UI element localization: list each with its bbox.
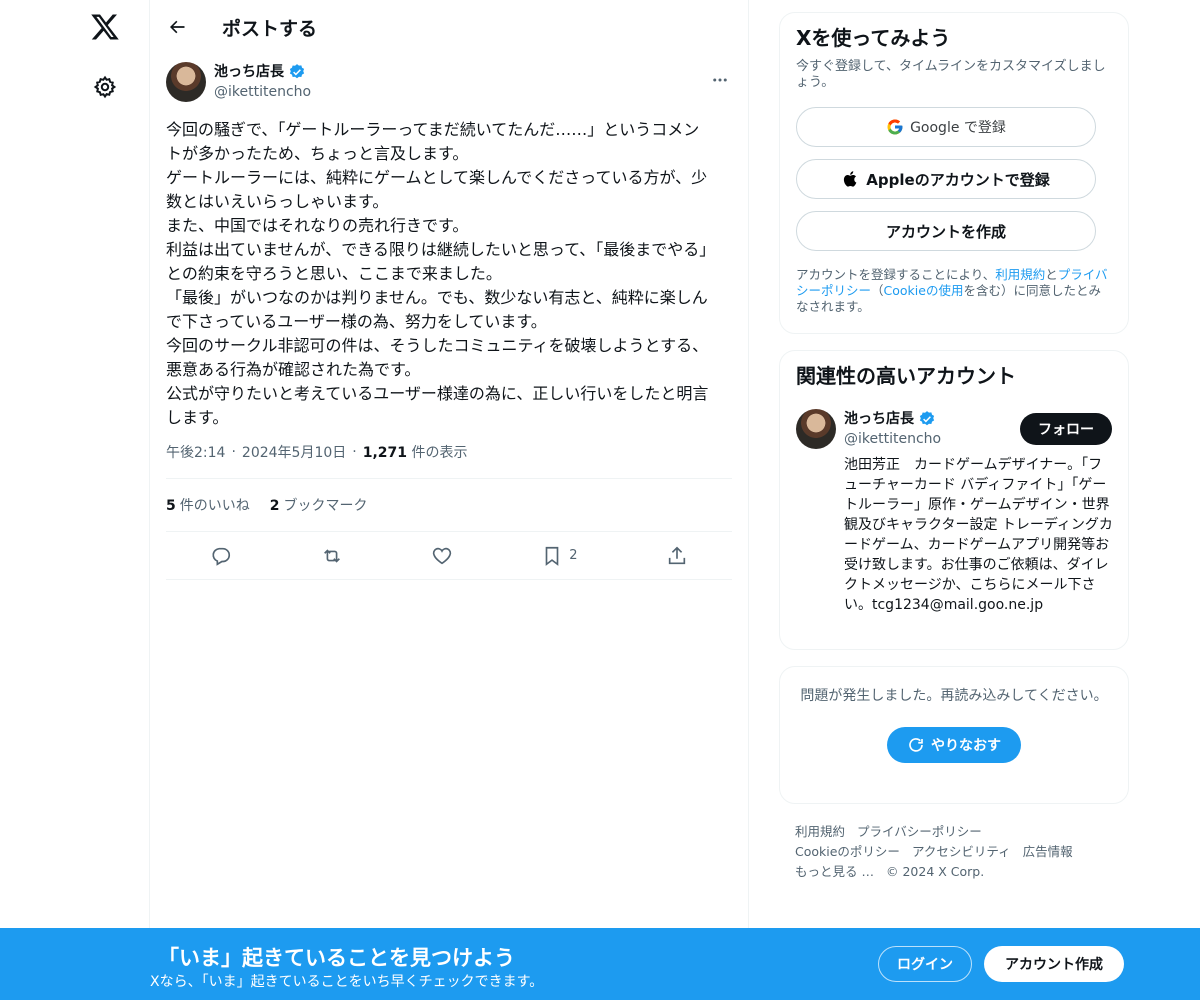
likes-count: 5 [166,498,176,514]
author-name[interactable]: 池っち店長 [214,62,284,82]
follow-button[interactable]: フォロー [1020,413,1112,445]
signup-card-title: Xを使ってみよう [796,26,951,50]
apple-icon [844,171,857,187]
google-signup-button[interactable]: Google で登録 [796,107,1096,147]
post-author: 池っち店長 @ikettitencho [150,54,748,110]
terms-link[interactable]: 利用規約 [995,267,1045,282]
apple-signup-button[interactable]: Appleのアカウントで登録 [796,159,1096,199]
signup-legal-text: アカウントを登録することにより、利用規約とプライバシーポリシー（Cookieの使… [796,267,1112,315]
refresh-icon [909,738,923,752]
post-date[interactable]: 2024年5月10日 [242,442,346,462]
heart-icon [432,547,452,564]
bookmarks-label: ブックマーク [283,498,368,514]
author-handle[interactable]: @ikettitencho [214,82,311,102]
more-icon[interactable] [708,68,732,92]
x-logo-icon[interactable] [88,10,122,44]
google-icon [887,119,903,135]
meta-separator: · [231,444,236,460]
page-header: ポストする [150,0,748,54]
footer-accessibility-link[interactable]: アクセシビリティ [912,844,1011,859]
likes-label: 件のいいね [179,498,250,514]
views-label: 件の表示 [411,445,468,461]
avatar[interactable] [166,62,206,102]
related-accounts-title: 関連性の高いアカウント [796,364,1016,388]
related-account-bio: 池田芳正 カードゲームデザイナー。「フューチャーカード バディファイト」「ゲート… [844,457,1113,613]
error-message: 問題が発生しました。再読み込みしてください。 [800,688,1108,704]
footer-copyright: © 2024 X Corp. [885,864,985,879]
footer-ads-link[interactable]: 広告情報 [1023,844,1073,859]
avatar[interactable] [796,409,836,449]
footer-cookie-link[interactable]: Cookieのポリシー [795,844,900,859]
author-name-row[interactable]: 池っち店長 [214,62,311,82]
related-account-names: 池っち店長 @ikettitencho [844,409,941,449]
related-account[interactable]: 池っち店長 @ikettitencho フォロー 池田芳正 カードゲームデザイナ… [796,409,1113,669]
legal-prefix: アカウントを登録することにより、 [796,267,996,282]
main-column: ポストする 池っち店長 @ikettitencho 今回の騒ぎで、「ゲートルーラ… [149,0,749,1000]
related-account-name[interactable]: 池っち店長 [844,409,914,429]
error-card: 問題が発生しました。再読み込みしてください。 やりなおす [779,666,1129,804]
repost-button[interactable] [321,545,343,567]
related-accounts-card: 関連性の高いアカウント 池っち店長 @ikettitencho フォロー 池田芳… [779,350,1129,650]
apple-signup-label: Appleのアカウントで登録 [866,170,1050,189]
sidebar-footer: 利用規約 プライバシーポリシー Cookieのポリシー アクセシビリティ 広告情報 も… [795,822,1115,882]
bottom-signup-bar: 「いま」起きていることを見つけよう Xなら、「いま」起きていることをいち早くチェ… [0,928,1200,1000]
legal-and: と [1045,267,1058,282]
likes-stat[interactable]: 5 件のいいね [166,495,250,515]
footer-privacy-link[interactable]: プライバシーポリシー [857,824,982,839]
retry-button[interactable]: やりなおす [887,727,1021,763]
reply-button[interactable] [210,545,232,567]
post-text: 今回の騒ぎで、「ゲートルーラーってまだ続いてたんだ……」というコメントが多かった… [166,120,709,427]
like-button[interactable] [431,545,453,567]
author-names: 池っち店長 @ikettitencho [214,62,311,102]
page-title: ポストする [222,17,318,40]
bookmark-count: 2 [569,548,578,563]
bottom-bar-title: 「いま」起きていることを見つけよう [158,946,515,970]
signup-card-subtitle: 今すぐ登録して、タイムラインをカスタマイズしましょう。 [796,59,1106,90]
signup-button[interactable]: アカウント作成 [984,946,1124,982]
verified-badge-icon [289,64,305,79]
footer-row: もっと見る … © 2024 X Corp. [795,862,1115,882]
cookie-link[interactable]: Cookieの使用 [884,283,964,298]
bottom-bar-subtitle: Xなら、「いま」起きていることをいち早くチェックできます。 [150,974,544,990]
left-nav [0,0,150,1000]
create-account-label: アカウントを作成 [885,222,1006,241]
bookmark-button[interactable]: 2 [541,545,577,567]
views-count: 1,271 [362,445,408,461]
bookmarks-count: 2 [269,498,280,514]
share-button[interactable] [666,545,688,567]
bookmark-icon [545,546,559,566]
repost-icon [323,548,340,563]
share-icon [668,546,685,564]
login-button[interactable]: ログイン [878,946,972,982]
gear-icon[interactable] [90,72,120,102]
signup-card: Xを使ってみよう 今すぐ登録して、タイムラインをカスタマイズしましょう。 Goo… [779,12,1129,334]
post-meta: 午後2:14 · 2024年5月10日 · 1,271 件の表示 [166,430,732,479]
post-actions: 2 [166,532,732,580]
post-time[interactable]: 午後2:14 [166,442,225,462]
related-account-handle[interactable]: @ikettitencho [844,429,941,449]
related-name-row[interactable]: 池っち店長 [844,409,941,429]
post-views: 1,271 件の表示 [363,442,468,462]
footer-row: 利用規約 プライバシーポリシー [795,822,1115,842]
footer-row: Cookieのポリシー アクセシビリティ 広告情報 [795,842,1115,862]
legal-paren: （ [871,283,884,298]
meta-separator: · [352,444,357,460]
reply-icon [212,547,231,566]
footer-terms-link[interactable]: 利用規約 [795,824,845,839]
retry-label: やりなおす [931,738,1001,754]
bookmarks-stat[interactable]: 2 ブックマーク [270,495,368,515]
google-signup-label: Google で登録 [910,120,1006,136]
arrow-left-icon[interactable] [166,16,188,38]
verified-badge-icon [919,411,935,426]
create-account-button[interactable]: アカウントを作成 [796,211,1096,251]
post-stats: 5 件のいいね 2 ブックマーク [166,479,732,532]
footer-more-link[interactable]: もっと見る … [795,864,874,879]
